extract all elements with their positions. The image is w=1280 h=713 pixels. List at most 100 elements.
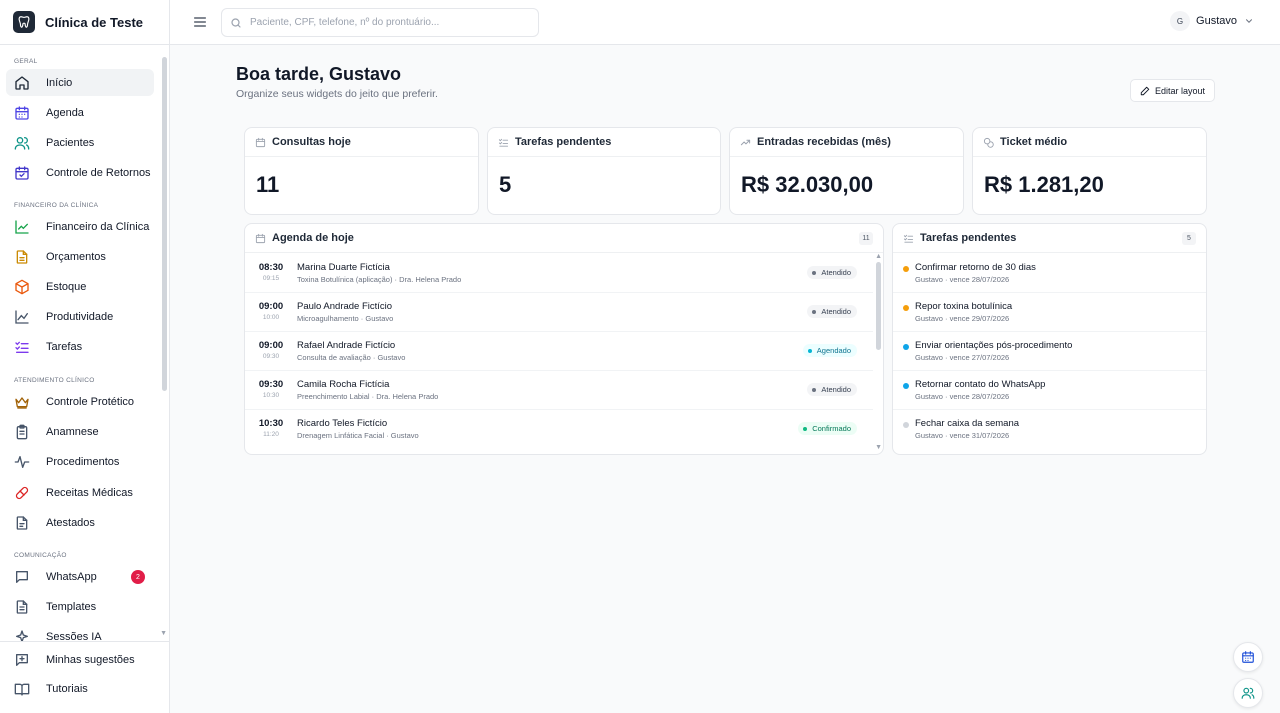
task-row[interactable]: Retornar contato do WhatsApp Gustavo · v… <box>893 371 1206 410</box>
sidebar-item-label: Tarefas <box>46 340 83 353</box>
status-label: Confirmado <box>812 424 851 433</box>
page-subtitle: Organize seus widgets do jeito que prefe… <box>236 88 438 100</box>
task-title: Retornar contato do WhatsApp <box>915 379 1046 390</box>
card-header: Consultas hoje <box>245 128 478 157</box>
scroll-down-arrow-icon[interactable]: ▼ <box>875 444 882 451</box>
status-label: Atendido <box>821 385 851 394</box>
quick-calendar-button[interactable] <box>1233 642 1263 672</box>
sidebar-item-financeiro[interactable]: Financeiro da Clínica <box>6 213 154 240</box>
card-title: Ticket médio <box>1000 136 1068 148</box>
appointment-start: 08:30 <box>258 262 284 273</box>
sidebar-item-estoque[interactable]: Estoque <box>6 273 154 300</box>
appointment-row[interactable]: 08:30 09:15 Marina Duarte Fictícia Toxin… <box>245 254 873 293</box>
appointment-row[interactable]: 10:30 11:20 Ricardo Teles Fictício Drena… <box>245 410 873 449</box>
status-label: Atendido <box>821 268 851 277</box>
card-title: Consultas hoje <box>272 136 351 148</box>
status-badge: Agendado <box>802 344 857 357</box>
appointment-detail: Consulta de avaliação · Gustavo <box>297 353 406 362</box>
calendar-check-icon <box>15 165 29 180</box>
search-box[interactable] <box>221 8 539 37</box>
sidebar-item-whatsapp[interactable]: WhatsApp 2 <box>6 563 154 590</box>
task-meta: Gustavo · vence 27/07/2026 <box>915 353 1010 362</box>
appointment-row[interactable]: 09:00 09:30 Rafael Andrade Fictício Cons… <box>245 332 873 371</box>
patient-name: Paulo Andrade Fictício <box>297 301 393 312</box>
sidebar-item-tarefas[interactable]: Tarefas <box>6 333 154 360</box>
sidebar-item-label: Orçamentos <box>46 250 106 263</box>
user-menu[interactable]: G Gustavo <box>1170 11 1254 31</box>
scroll-up-arrow-icon[interactable]: ▲ <box>875 253 882 260</box>
sidebar-item-agenda[interactable]: Agenda <box>6 99 154 126</box>
edit-layout-button[interactable]: Editar layout <box>1130 79 1215 102</box>
card-header: Agenda de hoje <box>245 224 883 253</box>
sidebar-item-inicio[interactable]: Início <box>6 69 154 96</box>
sidebar-item-produtividade[interactable]: Produtividade <box>6 303 154 330</box>
sidebar-item-templates[interactable]: Templates <box>6 593 154 620</box>
sidebar-item-retornos[interactable]: Controle de Retornos <box>6 159 154 186</box>
card-header: Ticket médio <box>973 128 1206 157</box>
task-row[interactable]: Enviar orientações pós-procedimento Gust… <box>893 332 1206 371</box>
users-icon <box>14 136 30 150</box>
sidebar-item-tutoriais[interactable]: Tutoriais <box>6 675 154 702</box>
stat-card-entradas[interactable]: Entradas recebidas (mês) R$ 32.030,00 <box>729 127 964 215</box>
sidebar-item-atestados[interactable]: Atestados <box>6 509 154 536</box>
crown-icon <box>15 396 29 409</box>
scroll-down-arrow-icon[interactable]: ▼ <box>160 630 167 637</box>
sidebar-item-receitas[interactable]: Receitas Médicas <box>6 479 154 506</box>
appointment-row[interactable]: 09:30 10:30 Camila Rocha Fictícia Preenc… <box>245 371 873 410</box>
sidebar-nav: GERAL Início Agenda Pacientes Controle d… <box>0 45 169 641</box>
sidebar-item-pacientes[interactable]: Pacientes <box>6 129 154 156</box>
status-label: Agendado <box>816 346 851 355</box>
appointment-detail: Preenchimento Labial · Dra. Helena Prado <box>297 392 439 401</box>
agenda-scrollbar[interactable] <box>876 262 881 350</box>
status-badge: Atendido <box>807 305 857 318</box>
menu-icon[interactable] <box>192 14 208 30</box>
coins-icon <box>983 137 994 148</box>
task-priority-dot <box>903 383 909 389</box>
appointment-row[interactable]: 09:00 10:00 Paulo Andrade Fictício Micro… <box>245 293 873 332</box>
section-atendimento: ATENDIMENTO CLÍNICO <box>14 377 95 384</box>
task-row[interactable]: Fechar caixa da semana Gustavo · vence 3… <box>893 410 1206 449</box>
sidebar-item-label: Minhas sugestões <box>46 653 135 666</box>
sidebar-item-label: Tutoriais <box>46 682 88 695</box>
task-title: Confirmar retorno de 30 dias <box>915 262 1036 273</box>
task-title: Enviar orientações pós-procedimento <box>915 340 1073 351</box>
quick-patients-button[interactable] <box>1233 678 1263 708</box>
pill-icon <box>15 486 29 499</box>
list-check-icon <box>903 234 914 243</box>
appointment-detail: Drenagem Linfática Facial · Gustavo <box>297 431 419 440</box>
sidebar-item-sugestoes[interactable]: Minhas sugestões <box>6 646 154 673</box>
message-icon <box>16 570 28 583</box>
agenda-card: Agenda de hoje 11 08:30 09:15 Marina Dua… <box>244 223 884 455</box>
stat-card-ticket[interactable]: Ticket médio R$ 1.281,20 <box>972 127 1207 215</box>
chevron-down-icon <box>1246 19 1252 23</box>
whatsapp-unread-badge: 2 <box>131 570 145 584</box>
card-header: Tarefas pendentes <box>893 224 1206 253</box>
sidebar-item-protetico[interactable]: Controle Protético <box>6 388 154 415</box>
topbar: G Gustavo <box>170 0 1280 45</box>
task-title: Repor toxina botulínica <box>915 301 1013 312</box>
sidebar-scrollbar[interactable] <box>162 57 167 391</box>
line-chart-icon <box>15 309 29 324</box>
task-priority-dot <box>903 266 909 272</box>
task-row[interactable]: Repor toxina botulínica Gustavo · vence … <box>893 293 1206 332</box>
sidebar-item-anamnese[interactable]: Anamnese <box>6 418 154 445</box>
search-input[interactable] <box>250 17 530 28</box>
sidebar-item-procedimentos[interactable]: Procedimentos <box>6 448 154 475</box>
task-priority-dot <box>903 305 909 311</box>
brand[interactable]: Clínica de Teste <box>0 0 169 45</box>
patient-name: Ricardo Teles Fictício <box>297 418 388 429</box>
status-label: Atendido <box>821 307 851 316</box>
sidebar-item-orcamentos[interactable]: Orçamentos <box>6 243 154 270</box>
patient-name: Marina Duarte Fictícia <box>297 262 390 273</box>
stat-card-consultas[interactable]: Consultas hoje 11 <box>244 127 479 215</box>
sidebar-item-label: Sessões IA <box>46 630 102 642</box>
user-name: Gustavo <box>1196 15 1237 27</box>
sidebar-item-label: Produtividade <box>46 310 114 323</box>
card-header: Entradas recebidas (mês) <box>730 128 963 157</box>
sidebar-item-label: WhatsApp <box>46 570 97 583</box>
task-row[interactable]: Confirmar retorno de 30 dias Gustavo · v… <box>893 254 1206 293</box>
sidebar-item-sessoes-ia[interactable]: Sessões IA <box>6 623 154 641</box>
document-icon <box>16 515 28 530</box>
stat-card-tarefas[interactable]: Tarefas pendentes 5 <box>487 127 721 215</box>
sparkle-icon <box>16 629 28 641</box>
